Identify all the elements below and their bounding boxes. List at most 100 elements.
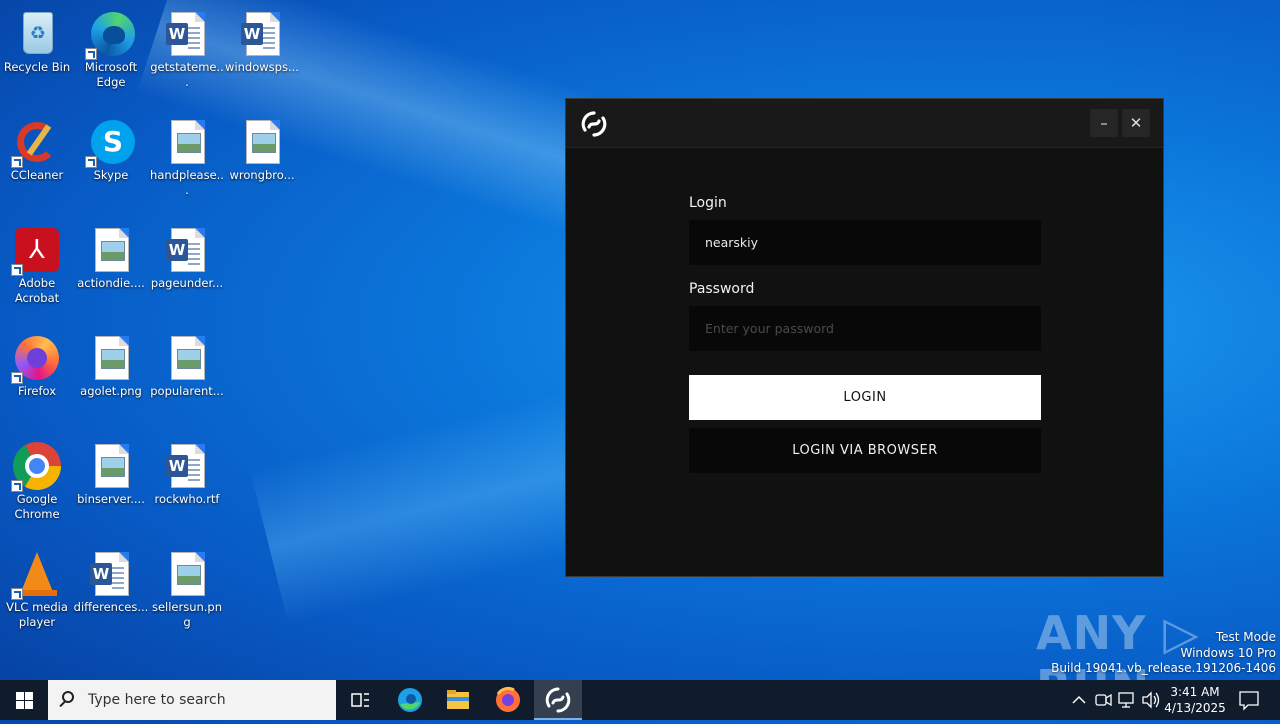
password-input[interactable] <box>689 306 1041 351</box>
shortcut-arrow-icon <box>11 264 23 276</box>
firefox-icon <box>11 334 61 384</box>
action-center-button[interactable] <box>1234 680 1264 720</box>
vlc-icon <box>11 550 61 600</box>
shortcut-arrow-icon <box>11 372 23 384</box>
skype-icon: S <box>85 118 135 168</box>
desktop-icon-label: Recycle Bin <box>3 60 71 74</box>
desktop-icon-file[interactable]: W rockwho.rtf <box>149 436 225 507</box>
ccleaner-icon <box>11 118 61 168</box>
task-view-button[interactable] <box>336 680 384 720</box>
taskbar-edge[interactable] <box>386 680 434 720</box>
acrobat-icon: ⅄ <box>11 226 61 276</box>
desktop-icon-file[interactable]: W pageunder... <box>149 220 225 291</box>
desktop-icon-label: sellersun.png <box>151 600 223 629</box>
recycle-bin-icon <box>13 10 61 58</box>
network-icon <box>1118 692 1134 708</box>
taskbar-app-active[interactable] <box>534 680 582 720</box>
image-file-icon <box>87 442 135 490</box>
desktop-icon-label: Microsoft Edge <box>84 60 138 89</box>
show-hidden-icons-button[interactable] <box>1068 680 1090 720</box>
system-info-watermark: Test Mode Windows 10 Pro Build 19041.vb_… <box>1051 630 1276 677</box>
search-placeholder: Type here to search <box>88 692 226 708</box>
desktop-icon-file[interactable]: W differences... <box>73 544 149 615</box>
image-file-icon <box>87 226 135 274</box>
start-button[interactable] <box>0 680 48 720</box>
taskbar-clock[interactable]: 3:41 AM 4/13/2025 <box>1160 684 1230 716</box>
image-file-icon <box>238 118 286 166</box>
desktop-icon-file[interactable]: popularent... <box>149 328 225 399</box>
tray-volume[interactable] <box>1140 680 1162 720</box>
minimize-button[interactable]: – <box>1090 109 1118 137</box>
shortcut-arrow-icon <box>11 588 23 600</box>
desktop-icon-microsoft-edge[interactable]: Microsoft Edge <box>73 4 149 90</box>
desktop-icon-label: handplease... <box>150 168 224 197</box>
desktop-icon-file[interactable]: handplease... <box>149 112 225 198</box>
app-logo-icon <box>545 687 571 713</box>
camera-icon <box>1095 693 1112 707</box>
desktop-icon-file[interactable]: actiondie.... <box>73 220 149 291</box>
login-via-browser-button[interactable]: LOGIN VIA BROWSER <box>689 428 1041 473</box>
desktop-icon-label: pageunder... <box>150 276 224 290</box>
desktop-icon-label: differences... <box>73 600 149 614</box>
desktop-icon-label: getstateme... <box>150 60 224 89</box>
desktop-icon-label: Skype <box>93 168 129 182</box>
desktop-icon-adobe-acrobat[interactable]: ⅄ Adobe Acrobat <box>0 220 75 306</box>
shortcut-arrow-icon <box>11 480 23 492</box>
tray-network[interactable] <box>1116 680 1138 720</box>
desktop-icon-file[interactable]: agolet.png <box>73 328 149 399</box>
word-doc-icon: W <box>163 442 211 490</box>
app-logo-icon <box>581 111 607 137</box>
edge-icon <box>85 10 135 60</box>
desktop-icon-firefox[interactable]: Firefox <box>0 328 75 399</box>
build-text: Build 19041.vb_release.191206-1406 <box>1051 661 1276 675</box>
test-mode-text: Test Mode <box>1215 630 1276 644</box>
taskbar: Type here to search 3:41 AM 4/13/2025 <box>0 680 1280 720</box>
login-button[interactable]: LOGIN <box>689 375 1041 420</box>
tray-meet-now[interactable] <box>1092 680 1114 720</box>
taskbar-file-explorer[interactable] <box>434 680 482 720</box>
windows-edition-text: Windows 10 Pro <box>1180 645 1276 660</box>
desktop-icon-label: wrongbro... <box>229 168 295 182</box>
clock-time: 3:41 AM <box>1170 685 1220 699</box>
desktop-icon-file[interactable]: W windowsps... <box>224 4 300 75</box>
task-view-icon <box>351 693 369 707</box>
firefox-icon <box>496 686 520 712</box>
desktop-icon-label: binserver.... <box>77 492 145 506</box>
word-doc-icon: W <box>163 10 211 58</box>
image-file-icon <box>163 334 211 382</box>
image-file-icon <box>163 118 211 166</box>
desktop-icon-file[interactable]: W getstateme... <box>149 4 225 90</box>
shortcut-arrow-icon <box>85 156 97 168</box>
desktop-icon-label: actiondie.... <box>77 276 145 290</box>
notification-icon <box>1239 691 1259 711</box>
desktop-icon-label: agolet.png <box>80 384 142 398</box>
desktop-icon-file[interactable]: binserver.... <box>73 436 149 507</box>
desktop-icon-vlc[interactable]: VLC media player <box>0 544 75 630</box>
shortcut-arrow-icon <box>11 156 23 168</box>
speaker-icon <box>1142 691 1160 709</box>
desktop-icon-recycle-bin[interactable]: Recycle Bin <box>0 4 75 75</box>
shortcut-arrow-icon <box>85 48 97 60</box>
word-doc-icon: W <box>238 10 286 58</box>
word-doc-icon: W <box>163 226 211 274</box>
desktop-icon-skype[interactable]: S Skype <box>73 112 149 183</box>
close-button[interactable]: ✕ <box>1122 109 1150 137</box>
taskbar-firefox[interactable] <box>484 680 532 720</box>
desktop-icon-file[interactable]: wrongbro... <box>224 112 300 183</box>
desktop-icon-label: Firefox <box>17 384 57 398</box>
desktop-icon-label: popularent... <box>150 384 224 398</box>
edge-icon <box>398 688 422 712</box>
app-login-window: – ✕ Login Password LOGIN LOGIN VIA BROWS… <box>565 98 1164 577</box>
desktop-icon-ccleaner[interactable]: CCleaner <box>0 112 75 183</box>
desktop-icon-label: windowsps... <box>225 60 299 74</box>
password-label: Password <box>689 281 755 297</box>
desktop-icon-label: Google Chrome <box>14 492 60 521</box>
window-titlebar[interactable]: – ✕ <box>566 99 1163 148</box>
image-file-icon <box>163 550 211 598</box>
search-icon <box>62 691 74 703</box>
desktop-icon-file[interactable]: sellersun.png <box>149 544 225 630</box>
file-explorer-icon <box>447 690 469 709</box>
login-input[interactable] <box>689 220 1041 265</box>
desktop-icon-google-chrome[interactable]: Google Chrome <box>0 436 75 522</box>
taskbar-search-box[interactable]: Type here to search <box>48 680 336 720</box>
